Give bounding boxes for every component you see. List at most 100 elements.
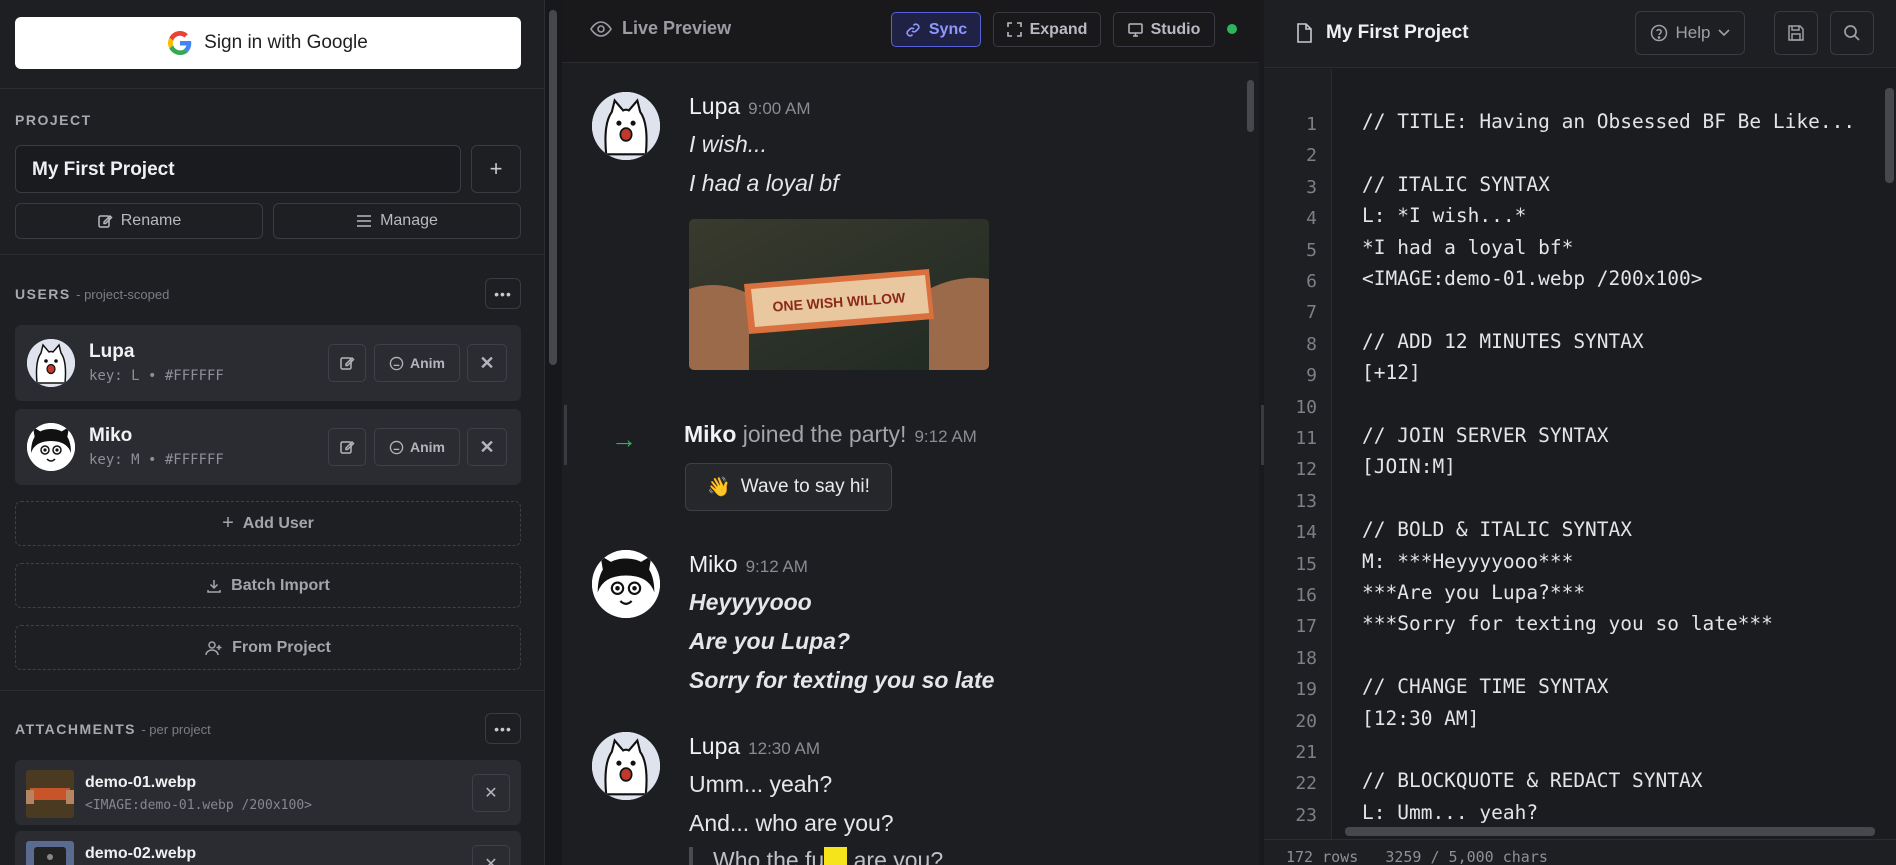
message-author: Lupa 9:00 AM bbox=[689, 93, 811, 120]
google-icon bbox=[168, 31, 192, 55]
resize-handle-left[interactable] bbox=[564, 405, 567, 465]
message-text: I wish... bbox=[689, 131, 767, 157]
from-project-button[interactable]: From Project bbox=[15, 625, 521, 670]
attachments-section-label: ATTACHMENTS - per project bbox=[15, 721, 211, 737]
avatar[interactable] bbox=[592, 732, 660, 800]
message-time: 9:12 AM bbox=[745, 557, 808, 576]
author-name: Miko bbox=[689, 551, 738, 577]
monitor-icon bbox=[1127, 22, 1143, 37]
code-line: // ADD 12 MINUTES SYNTAX bbox=[1362, 329, 1644, 353]
attachment-item[interactable]: demo-01.webp <IMAGE:demo-01.webp /200x10… bbox=[15, 760, 521, 825]
remove-attachment-button[interactable]: ✕ bbox=[472, 774, 510, 812]
close-icon: ✕ bbox=[479, 352, 495, 373]
edit-icon bbox=[98, 214, 113, 228]
user-card-miko: Miko key: M • #FFFFFF Anim ✕ bbox=[15, 409, 521, 485]
search-button[interactable] bbox=[1830, 11, 1874, 55]
rename-button[interactable]: Rename bbox=[15, 203, 263, 239]
studio-button[interactable]: Studio bbox=[1113, 12, 1215, 47]
add-project-button[interactable]: + bbox=[471, 145, 521, 193]
help-dropdown[interactable]: Help bbox=[1635, 11, 1745, 55]
message-text: Umm... yeah? bbox=[689, 771, 833, 797]
message-text: I had a loyal bf bbox=[689, 170, 839, 196]
wave-button[interactable]: 👋 Wave to say hi! bbox=[685, 463, 892, 511]
users-more-button[interactable]: ••• bbox=[485, 278, 521, 309]
message-time: 12:30 AM bbox=[748, 739, 820, 758]
file-icon bbox=[1297, 23, 1312, 43]
attachment-item[interactable]: demo-02.webp ✕ bbox=[15, 831, 521, 865]
line-number: 9 bbox=[1306, 365, 1317, 387]
add-user-button[interactable]: + Add User bbox=[15, 501, 521, 546]
line-number: 17 bbox=[1295, 616, 1317, 638]
google-signin-button[interactable]: Sign in with Google bbox=[15, 17, 521, 69]
anim-button[interactable]: Anim bbox=[374, 428, 460, 466]
edit-user-button[interactable] bbox=[328, 428, 366, 466]
sidebar-scrollbar[interactable] bbox=[549, 10, 557, 365]
close-icon: ✕ bbox=[484, 785, 498, 802]
message-image: ONE WISH WILLOW bbox=[689, 219, 989, 370]
quote-text: Who the fu bbox=[713, 847, 825, 865]
avatar[interactable] bbox=[592, 92, 660, 160]
attachments-more-button[interactable]: ••• bbox=[485, 713, 521, 744]
anim-label: Anim bbox=[410, 439, 445, 455]
code-line: // JOIN SERVER SYNTAX bbox=[1362, 424, 1609, 447]
user-name: Miko bbox=[89, 425, 133, 446]
attachment-name: demo-02.webp bbox=[85, 845, 197, 862]
join-user: Miko bbox=[684, 421, 737, 447]
code-line: ***Are you Lupa?*** bbox=[1362, 581, 1586, 604]
line-number: 5 bbox=[1306, 239, 1317, 261]
eye-icon bbox=[590, 20, 612, 37]
line-number: 18 bbox=[1295, 647, 1317, 669]
attachment-name: demo-01.webp bbox=[85, 774, 197, 791]
editor-header: My First Project Help bbox=[1264, 0, 1896, 68]
batch-import-button[interactable]: Batch Import bbox=[15, 563, 521, 608]
code-line: // ITALIC SYNTAX bbox=[1362, 172, 1550, 196]
manage-button[interactable]: Manage bbox=[273, 203, 521, 239]
author-name: Lupa bbox=[689, 93, 741, 119]
preview-scrollbar[interactable] bbox=[1247, 80, 1254, 132]
expand-button[interactable]: Expand bbox=[993, 12, 1101, 47]
close-icon: ✕ bbox=[484, 856, 498, 865]
google-signin-label: Sign in with Google bbox=[204, 32, 368, 53]
remove-user-button[interactable]: ✕ bbox=[467, 428, 507, 466]
message-text: Sorry for texting you so late bbox=[689, 667, 995, 693]
remove-attachment-button[interactable]: ✕ bbox=[472, 845, 510, 865]
project-name-field[interactable]: My First Project bbox=[15, 145, 461, 193]
connection-status-dot bbox=[1227, 24, 1237, 34]
join-time: 9:12 AM bbox=[914, 427, 977, 446]
code-line: L: *I wish...* bbox=[1362, 204, 1527, 228]
anim-button[interactable]: Anim bbox=[374, 344, 460, 382]
message-text: And... who are you? bbox=[689, 810, 894, 836]
line-number: 2 bbox=[1306, 145, 1317, 167]
line-number: 11 bbox=[1295, 428, 1317, 449]
remove-user-button[interactable]: ✕ bbox=[467, 344, 507, 382]
code-line: L: Umm... yeah? bbox=[1362, 800, 1539, 824]
avatar bbox=[27, 339, 75, 387]
line-number: 6 bbox=[1306, 271, 1317, 292]
edit-user-button[interactable] bbox=[328, 344, 366, 382]
editor-vertical-scrollbar[interactable] bbox=[1885, 88, 1894, 183]
expand-icon bbox=[1006, 22, 1022, 37]
save-button[interactable] bbox=[1774, 11, 1818, 55]
line-number: 20 bbox=[1295, 710, 1317, 732]
attachments-title: ATTACHMENTS bbox=[15, 721, 136, 737]
cat-avatar-icon bbox=[592, 732, 660, 800]
app-root: Sign in with Google PROJECT My First Pro… bbox=[0, 0, 1896, 865]
code-line: *I had a loyal bf* bbox=[1362, 235, 1574, 259]
line-number: 3 bbox=[1306, 176, 1317, 198]
edit-icon bbox=[340, 356, 355, 370]
sync-button[interactable]: Sync bbox=[891, 12, 981, 47]
avatar[interactable] bbox=[592, 550, 660, 618]
plus-icon: + bbox=[222, 512, 234, 534]
user-key: key: M • #FFFFFF bbox=[89, 452, 224, 468]
manage-label: Manage bbox=[380, 212, 438, 229]
cat-avatar-icon bbox=[592, 92, 660, 160]
editor-horizontal-scrollbar[interactable] bbox=[1345, 827, 1875, 836]
anim-label: Anim bbox=[410, 355, 445, 371]
user-key: key: L • #FFFFFF bbox=[89, 368, 224, 384]
redacted-text[interactable]: ck bbox=[824, 847, 848, 865]
message-author: Lupa 12:30 AM bbox=[689, 733, 820, 760]
user-name: Lupa bbox=[89, 341, 135, 362]
blockquote: Who the fuck are you? bbox=[689, 847, 943, 865]
wave-icon: 👋 bbox=[707, 477, 731, 498]
attachment-thumbnail bbox=[26, 770, 74, 818]
